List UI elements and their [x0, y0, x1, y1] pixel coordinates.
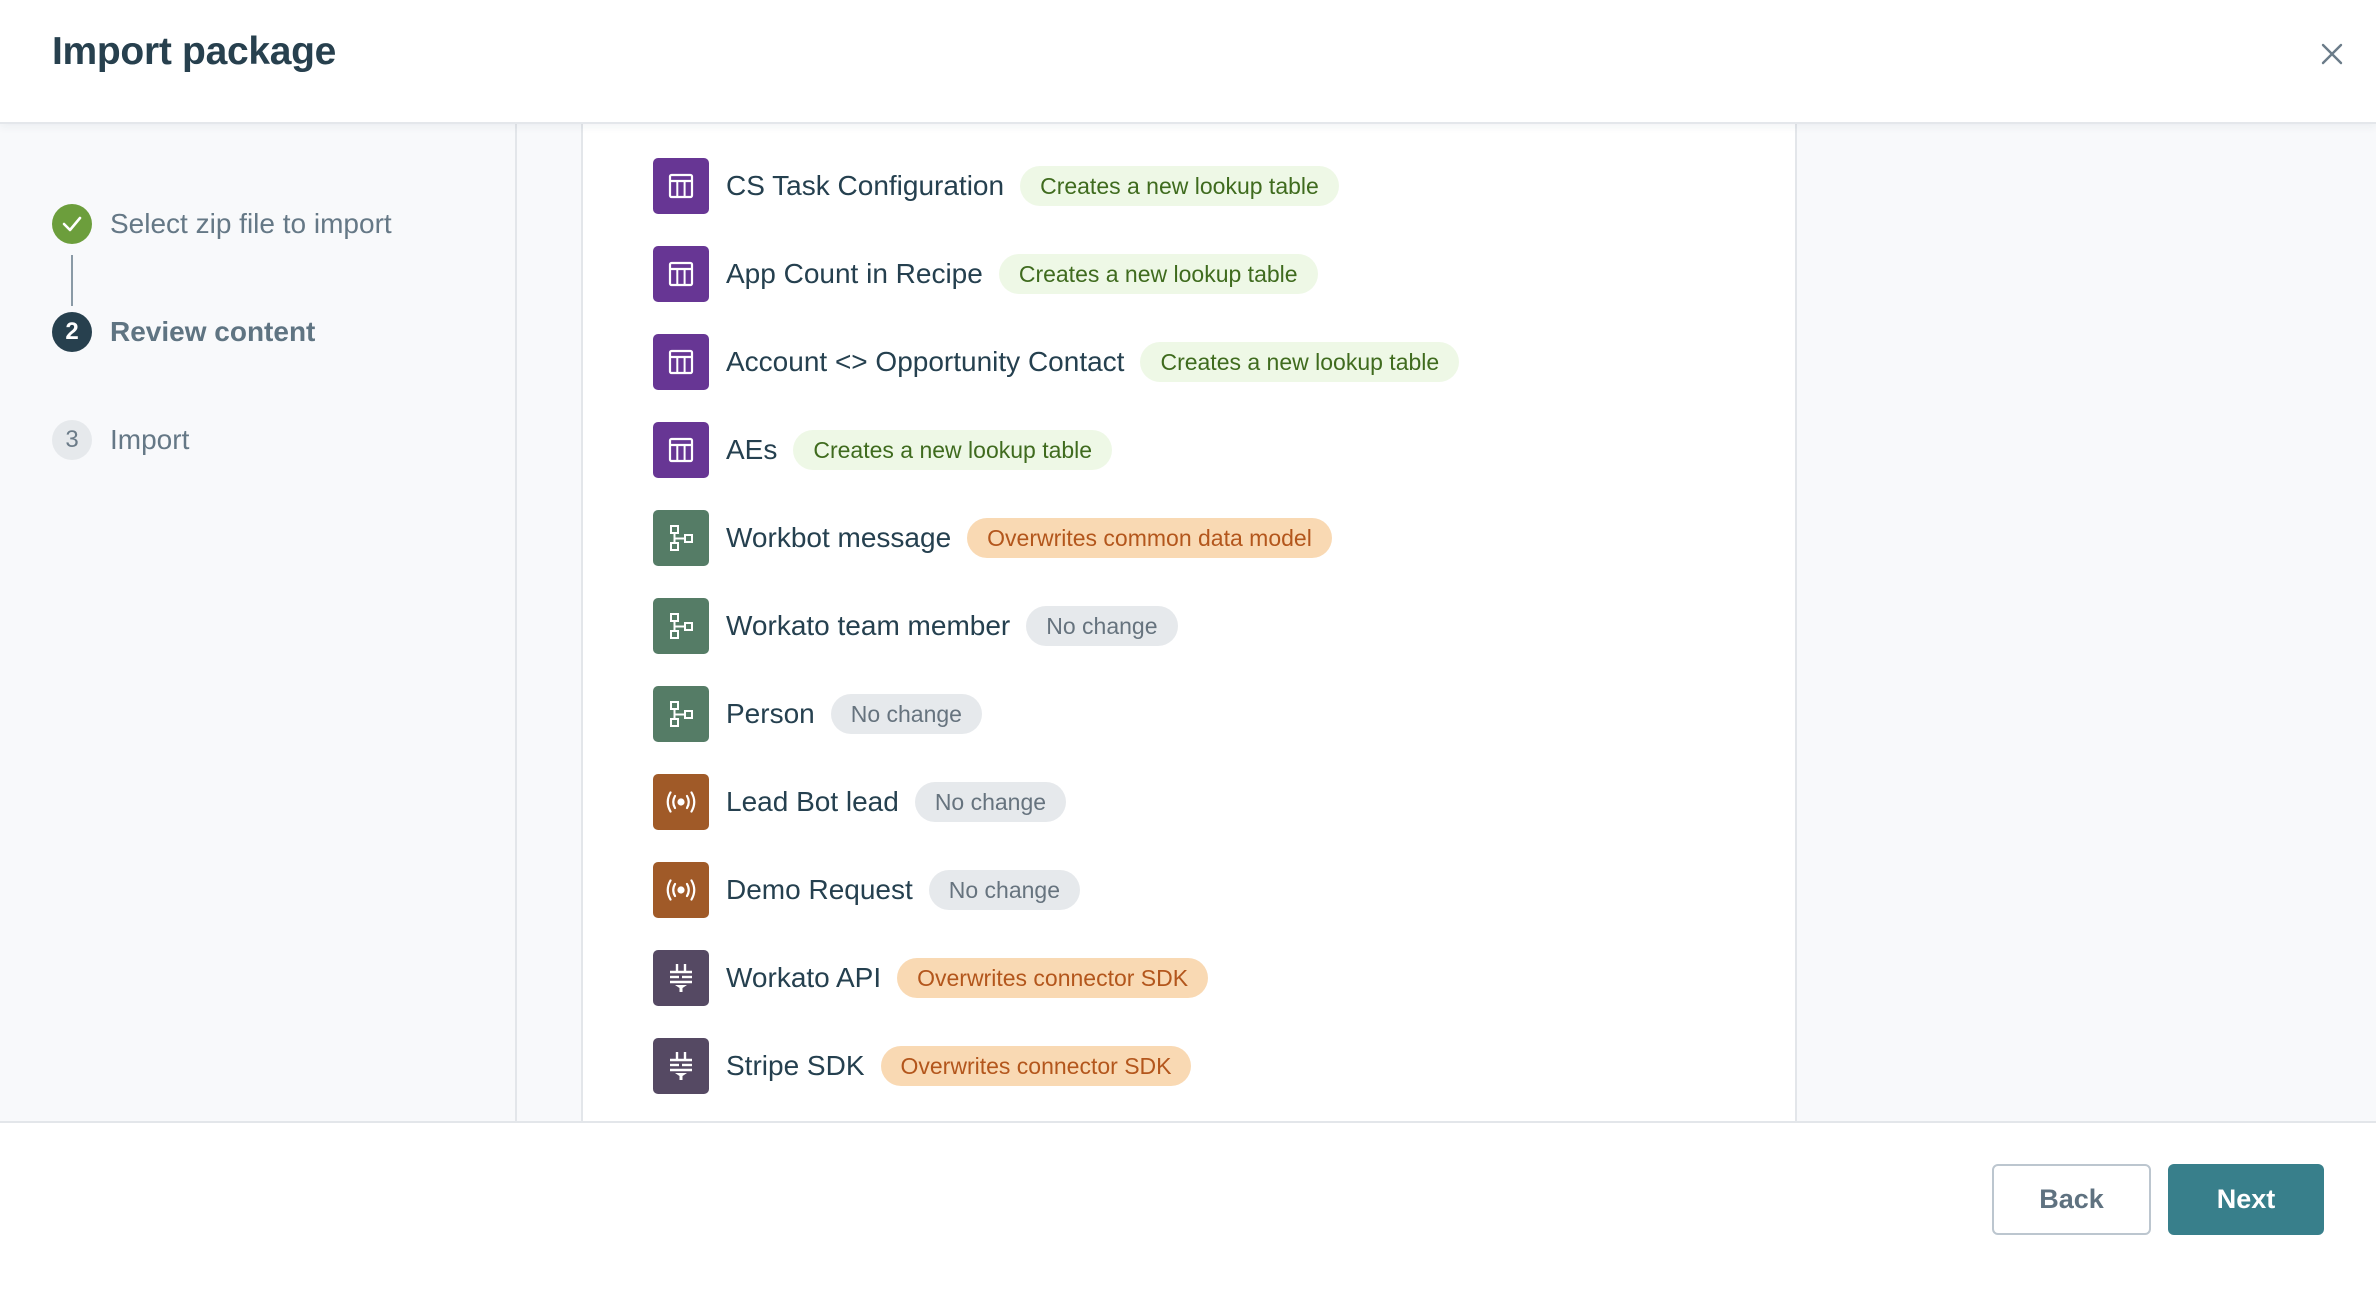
- item-name: Workbot message: [726, 522, 952, 553]
- item-name: Account <> Opportunity Contact: [726, 346, 1125, 377]
- item-name: App Count in Recipe: [726, 258, 983, 289]
- step-label: Select zip file to import: [110, 208, 392, 239]
- list-item: Account <> Opportunity Contact Creates a …: [653, 334, 1460, 390]
- step-review-content: 2 Review content: [52, 312, 316, 352]
- status-badge: Creates a new lookup table: [793, 430, 1113, 470]
- step-number-badge: 3: [52, 420, 92, 460]
- status-badge: No change: [914, 782, 1067, 822]
- content-list[interactable]: CS Task Configuration Creates a new looku…: [581, 124, 1797, 1121]
- list-item: Workato team member No change: [653, 598, 1178, 654]
- status-badge: Overwrites common data model: [967, 518, 1332, 558]
- data-model-icon: [653, 510, 709, 566]
- check-icon: [62, 216, 82, 232]
- status-badge: No change: [1026, 606, 1178, 646]
- list-item: Person No change: [653, 686, 982, 742]
- step-number-badge: 2: [52, 312, 92, 352]
- item-name: AEs: [726, 434, 778, 465]
- step-select-zip: Select zip file to import: [52, 204, 392, 244]
- item-name: Lead Bot lead: [726, 786, 899, 817]
- list-item: Stripe SDK Overwrites connector SDK: [653, 1038, 1192, 1094]
- list-item: App Count in Recipe Creates a new lookup …: [653, 246, 1318, 302]
- step-import: 3 Import: [52, 420, 190, 460]
- lookup-table-icon: [653, 246, 709, 302]
- back-button[interactable]: Back: [1992, 1164, 2151, 1235]
- close-button[interactable]: [2312, 34, 2352, 74]
- list-item: Demo Request No change: [653, 862, 1081, 918]
- list-item: Lead Bot lead No change: [653, 774, 1067, 830]
- item-name: Workato team member: [726, 610, 1011, 641]
- list-item: Workbot message Overwrites common data mo…: [653, 510, 1332, 566]
- status-badge: Creates a new lookup table: [998, 254, 1318, 294]
- lookup-table-icon: [653, 334, 709, 390]
- page-title: Import package: [52, 30, 337, 73]
- list-item: AEs Creates a new lookup table: [653, 422, 1113, 478]
- data-model-icon: [653, 686, 709, 742]
- event-topic-icon: [653, 774, 709, 830]
- step-connector: [71, 255, 73, 306]
- close-icon: [2321, 43, 2343, 65]
- next-button[interactable]: Next: [2168, 1164, 2324, 1235]
- list-item: CS Task Configuration Creates a new looku…: [653, 158, 1339, 214]
- modal-footer: Back Next: [0, 1121, 2376, 1306]
- step-label: Import: [110, 424, 190, 455]
- item-name: Workato API: [726, 962, 882, 993]
- list-item: Workato API Overwrites connector SDK: [653, 950, 1209, 1006]
- status-badge: No change: [830, 694, 982, 734]
- step-complete-indicator: [52, 204, 92, 244]
- item-name: Person: [726, 698, 815, 729]
- step-label: Review content: [110, 316, 316, 347]
- item-name: Stripe SDK: [726, 1050, 865, 1081]
- status-badge: Creates a new lookup table: [1140, 342, 1460, 382]
- event-topic-icon: [653, 862, 709, 918]
- lookup-table-icon: [653, 158, 709, 214]
- steps-sidebar: Select zip file to import 2 Review conte…: [0, 124, 517, 1121]
- item-name: CS Task Configuration: [726, 170, 1005, 201]
- connector-sdk-icon: [653, 1038, 709, 1094]
- status-badge: Overwrites connector SDK: [880, 1046, 1192, 1086]
- item-name: Demo Request: [726, 874, 913, 905]
- status-badge: No change: [928, 870, 1081, 910]
- modal-body: Select zip file to import 2 Review conte…: [0, 124, 2376, 1121]
- connector-sdk-icon: [653, 950, 709, 1006]
- status-badge: Overwrites connector SDK: [897, 958, 1209, 998]
- lookup-table-icon: [653, 422, 709, 478]
- data-model-icon: [653, 598, 709, 654]
- status-badge: Creates a new lookup table: [1020, 166, 1339, 206]
- modal-header: Import package: [0, 0, 2376, 124]
